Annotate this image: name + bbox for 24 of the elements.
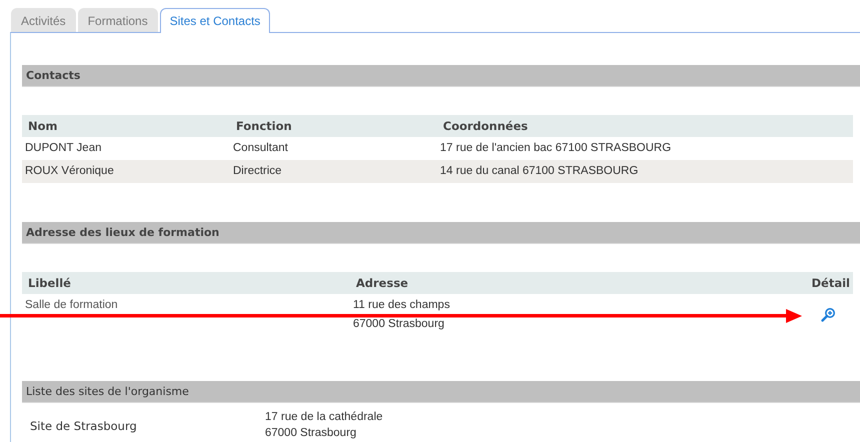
column-header: Nom <box>22 115 230 137</box>
address-line: 67000 Strasbourg <box>353 318 444 330</box>
table-cell: 14 rue du canal 67100 STRASBOURG <box>437 160 853 183</box>
site-address: 17 rue de la cathédrale 67000 Strasbourg <box>265 410 384 441</box>
table-cell: Salle de formation <box>25 299 118 311</box>
address-line: 11 rue des champs <box>353 299 450 311</box>
section-header: Liste des sites de l'organisme <box>22 381 860 403</box>
table-cell-text: Consultant <box>232 141 289 156</box>
column-header: Libellé <box>22 272 350 294</box>
section-header: Contacts <box>22 65 860 87</box>
site-name: Site de Strasbourg <box>29 418 138 435</box>
tab[interactable]: Sites et Contacts <box>160 8 270 33</box>
column-header: Détail <box>793 272 853 294</box>
table-cell-text: 17 rue de l'ancien bac 67100 STRASBOURG <box>439 141 672 156</box>
tab[interactable]: Activités <box>11 8 76 32</box>
zoom-in-icon[interactable] <box>821 308 835 322</box>
table-cell: Directrice <box>230 160 437 183</box>
column-header: Fonction <box>230 115 437 137</box>
column-header: Coordonnées <box>437 115 853 137</box>
table-cell-text: DUPONT Jean <box>24 141 102 156</box>
tab[interactable]: Formations <box>78 8 158 32</box>
table-cell: ROUX Véronique <box>22 160 230 183</box>
section-header: Adresse des lieux de formation <box>22 222 860 244</box>
column-header: Adresse <box>350 272 793 294</box>
